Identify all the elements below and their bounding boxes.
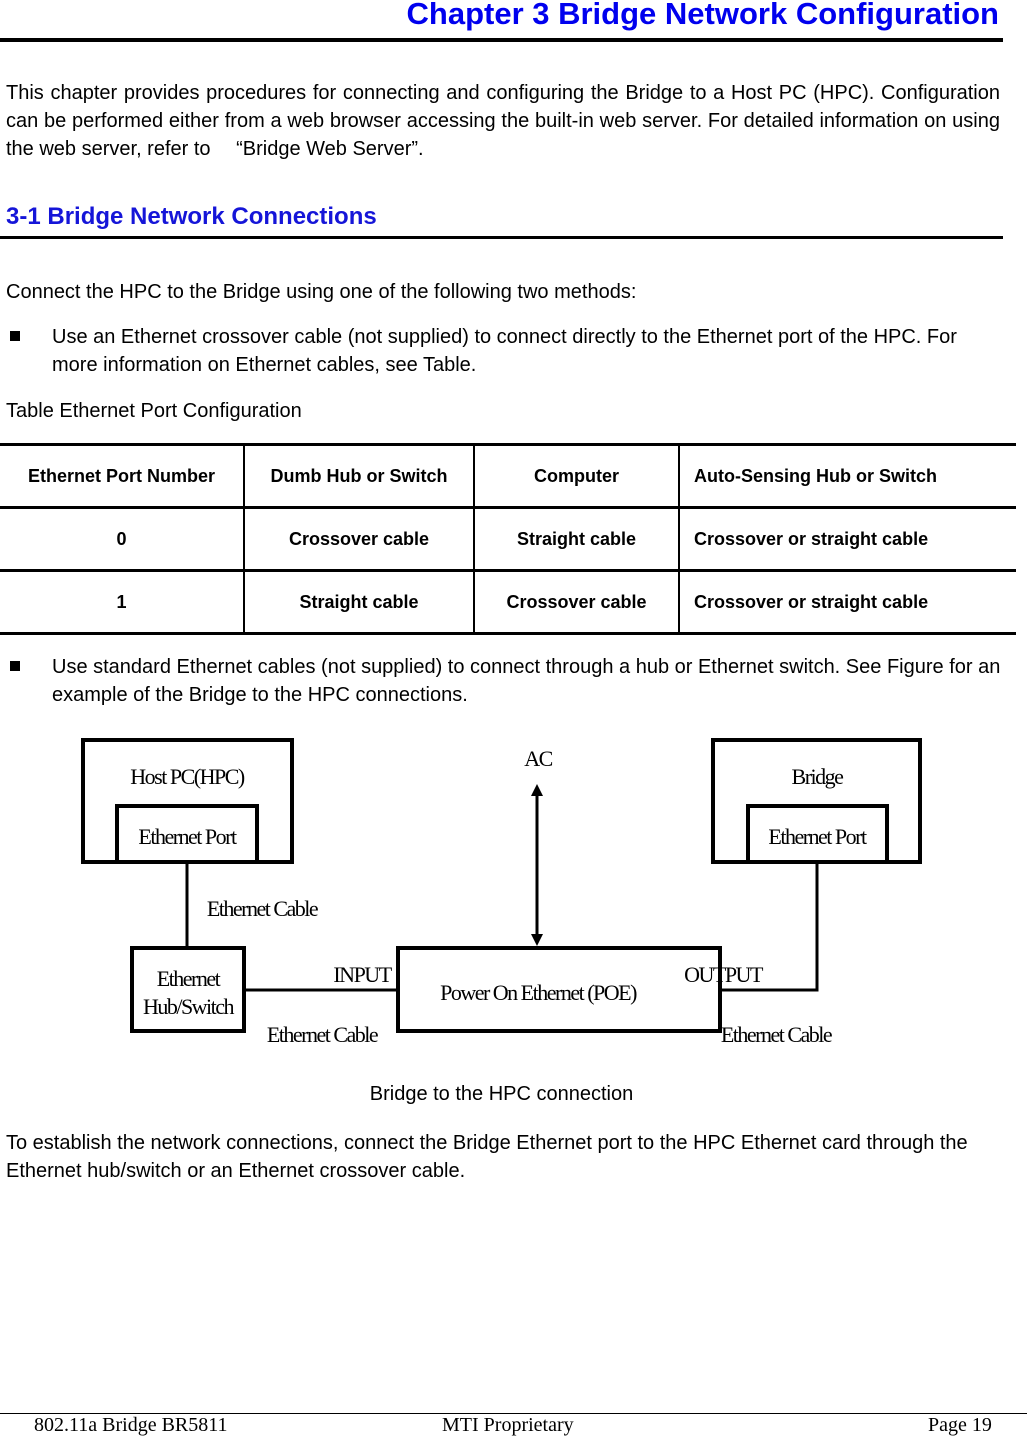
footer-document-name: 802.11a Bridge BR5811 [34,1414,228,1436]
cable-label-vertical: Ethernet Cable [207,896,318,921]
host-pc-label: Host PC(HPC) [130,764,245,789]
hub-label-line1: Ethernet [157,966,221,991]
output-label: OUTPUT [684,962,764,987]
figure-caption: Bridge to the HPC connection [369,1083,634,1105]
cable-label-input: Ethernet Cable [267,1022,378,1047]
footer-proprietary: MTI Proprietary [442,1414,574,1436]
footer-page-number: Page 19 [928,1414,992,1436]
cable-label-output: Ethernet Cable [721,1022,832,1047]
bridge-label: Bridge [792,764,844,789]
closing-paragraph: To establish the network connections, co… [6,1132,968,1182]
input-label: INPUT [333,962,392,987]
ac-label: AC [524,746,552,771]
hub-label-line2: Hub/Switch [143,994,235,1019]
bridge-port-label: Ethernet Port [768,824,867,849]
host-port-label: Ethernet Port [138,824,237,849]
poe-label: Power On Ethernet (POE) [440,980,637,1005]
connection-diagram: Host PC(HPC) Ethernet Port Bridge Ethern… [81,738,922,1047]
